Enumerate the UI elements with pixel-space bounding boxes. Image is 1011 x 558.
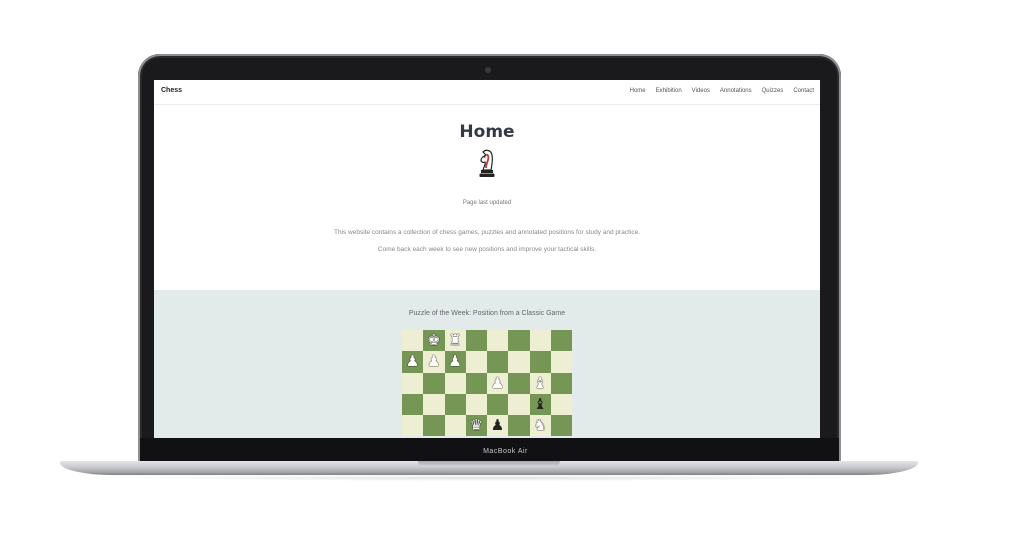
white-rook-icon[interactable]: ♜ xyxy=(448,333,461,348)
board-square[interactable] xyxy=(550,415,572,437)
laptop-notch xyxy=(418,461,560,467)
board-square[interactable] xyxy=(402,393,424,415)
white-bishop-icon[interactable]: ♝ xyxy=(533,375,546,391)
board-square[interactable] xyxy=(444,415,466,437)
board-square[interactable]: ♝ xyxy=(529,393,551,415)
white-knight-icon[interactable]: ♞ xyxy=(533,418,546,433)
nav-links: Home Exhibition Videos Annotations Quizz… xyxy=(630,88,814,94)
white-pawn-icon[interactable]: ♟ xyxy=(427,354,440,369)
board-square[interactable]: ♚ xyxy=(423,330,445,352)
nav-link-quizzes[interactable]: Quizzes xyxy=(762,88,784,94)
board-square[interactable]: ♛ xyxy=(465,415,487,437)
board-square[interactable] xyxy=(444,372,466,394)
nav-link-videos[interactable]: Videos xyxy=(692,88,710,94)
board-square[interactable] xyxy=(487,330,509,352)
white-pawn-icon[interactable]: ♟ xyxy=(491,375,504,391)
board-square[interactable] xyxy=(508,393,530,415)
board-square[interactable] xyxy=(550,393,572,415)
intro-line-1: This website contains a collection of ch… xyxy=(333,229,641,236)
board-square[interactable]: ♟ xyxy=(487,372,509,394)
board-square[interactable] xyxy=(508,351,530,373)
black-bishop-icon[interactable]: ♝ xyxy=(533,396,546,412)
board-square[interactable] xyxy=(423,372,445,394)
top-navbar: Chess Home Exhibition Videos Annotations… xyxy=(154,80,820,105)
board-square[interactable] xyxy=(465,393,487,415)
board-square[interactable] xyxy=(402,372,424,394)
board-square[interactable] xyxy=(402,415,424,437)
board-square[interactable] xyxy=(550,372,572,394)
nav-link-exhibition[interactable]: Exhibition xyxy=(656,88,682,94)
nav-link-contact[interactable]: Contact xyxy=(793,88,814,94)
board-square[interactable] xyxy=(508,330,530,352)
board-square[interactable]: ♟ xyxy=(487,415,509,437)
black-pawn-icon[interactable]: ♟ xyxy=(491,418,504,433)
nav-link-annotations[interactable]: Annotations xyxy=(720,88,752,94)
intro-paragraph: This website contains a collection of ch… xyxy=(304,224,670,258)
chess-knight-icon xyxy=(479,149,495,177)
board-square[interactable]: ♞ xyxy=(529,415,551,437)
camera-icon xyxy=(485,67,491,73)
board-square[interactable]: ♟ xyxy=(423,351,445,373)
white-king-icon[interactable]: ♚ xyxy=(427,333,440,348)
board-square[interactable] xyxy=(465,372,487,394)
board-square[interactable] xyxy=(550,351,572,373)
board-square[interactable] xyxy=(487,351,509,373)
board-square[interactable] xyxy=(550,330,572,352)
board-square[interactable]: ♟ xyxy=(444,351,466,373)
board-square[interactable]: ♜ xyxy=(444,330,466,352)
chess-board[interactable]: ♚ ♜ ♟ ♟ ♟ ♟ ♝ ♝ ♛ ♟ ♞ xyxy=(402,330,572,438)
last-updated-text: Page last updated xyxy=(462,200,512,206)
board-square[interactable] xyxy=(423,415,445,437)
board-square[interactable] xyxy=(423,393,445,415)
board-square[interactable] xyxy=(508,415,530,437)
puzzle-section: Puzzle of the Week: Position from a Clas… xyxy=(154,290,820,438)
nav-link-home[interactable]: Home xyxy=(630,88,646,94)
board-square[interactable] xyxy=(402,330,424,352)
laptop-shadow xyxy=(100,475,880,481)
page-title: Home xyxy=(459,122,515,142)
white-pawn-icon[interactable]: ♟ xyxy=(406,354,419,369)
white-queen-icon[interactable]: ♛ xyxy=(470,418,483,433)
white-pawn-icon[interactable]: ♟ xyxy=(448,354,461,369)
laptop-model-label: MacBook Air xyxy=(483,448,528,455)
board-square[interactable]: ♟ xyxy=(402,351,424,373)
puzzle-title: Puzzle of the Week: Position from a Clas… xyxy=(408,310,566,317)
board-square[interactable] xyxy=(444,393,466,415)
intro-line-2: Come back each week to see new positions… xyxy=(377,246,597,253)
board-square[interactable] xyxy=(529,351,551,373)
board-square[interactable] xyxy=(529,330,551,352)
board-square[interactable] xyxy=(465,330,487,352)
board-square[interactable] xyxy=(465,351,487,373)
board-square[interactable] xyxy=(487,393,509,415)
laptop-screen: Chess Home Exhibition Videos Annotations… xyxy=(154,80,820,438)
board-square[interactable]: ♝ xyxy=(529,372,551,394)
board-square[interactable] xyxy=(508,372,530,394)
site-brand[interactable]: Chess xyxy=(161,87,182,94)
